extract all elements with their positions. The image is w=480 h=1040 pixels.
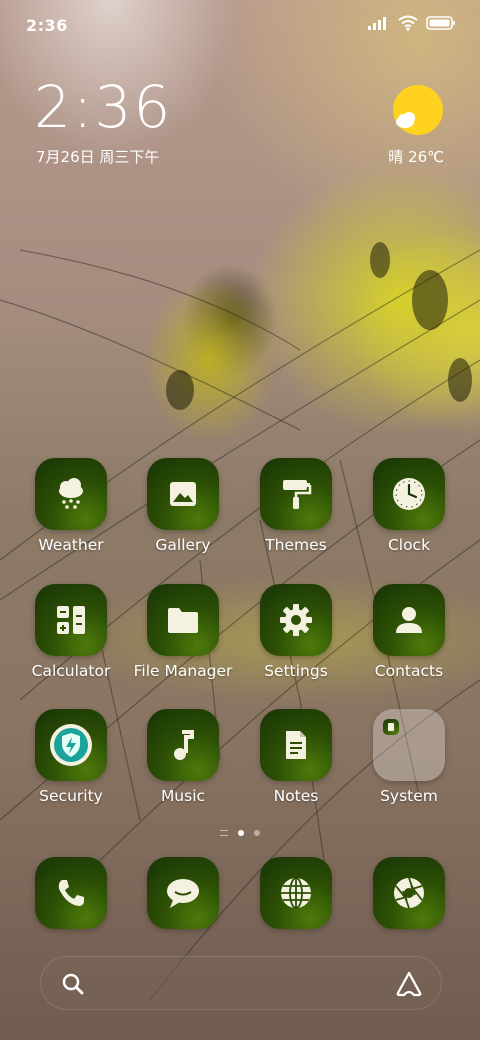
- app-file-manager[interactable]: File Manager: [127, 584, 239, 694]
- phone-icon: [58, 880, 84, 906]
- app-label: System: [380, 787, 438, 805]
- app-label: Security: [39, 787, 103, 805]
- folder-icon: [168, 608, 198, 633]
- page-indicator-menu[interactable]: [220, 830, 228, 836]
- status-icons: [368, 15, 456, 31]
- app-icon[interactable]: [35, 709, 107, 781]
- app-icon[interactable]: [35, 458, 107, 530]
- shield-bolt-icon: [50, 724, 92, 766]
- app-settings[interactable]: Settings: [240, 584, 352, 694]
- app-security[interactable]: Security: [15, 709, 127, 819]
- person-icon: [396, 607, 422, 633]
- app-icon[interactable]: [260, 458, 332, 530]
- app-label: Weather: [38, 536, 104, 554]
- app-icon[interactable]: [35, 584, 107, 656]
- gear-icon: [280, 604, 312, 636]
- battery-icon: [426, 16, 455, 30]
- clock-widget-date: 7月26日 周三下午: [36, 148, 160, 166]
- paint-roller-icon: [283, 480, 312, 509]
- clock-widget-time[interactable]: 2:36: [34, 78, 172, 136]
- app-icon[interactable]: [373, 584, 445, 656]
- app-icon[interactable]: [260, 584, 332, 656]
- camera-aperture-icon: [394, 877, 424, 909]
- wifi-icon: [398, 15, 418, 31]
- dock-camera[interactable]: [353, 857, 465, 967]
- app-music[interactable]: Music: [127, 709, 239, 819]
- calculator-icon: [57, 606, 85, 634]
- app-label: Calculator: [31, 662, 111, 680]
- app-label: Notes: [273, 787, 319, 805]
- note-document-icon: [286, 731, 306, 759]
- globe-icon: [281, 877, 311, 909]
- page-dot[interactable]: [254, 830, 260, 836]
- status-time: 2:36: [26, 16, 68, 35]
- folder-preview[interactable]: [373, 709, 445, 781]
- sunny-cloud-icon[interactable]: [392, 84, 444, 136]
- app-icon[interactable]: [260, 857, 332, 929]
- app-label: File Manager: [133, 662, 233, 680]
- app-icon[interactable]: [373, 458, 445, 530]
- app-label: Contacts: [374, 662, 444, 680]
- mini-app-icon: [388, 723, 394, 731]
- message-bubble-icon: [167, 879, 199, 908]
- app-label: Settings: [264, 662, 328, 680]
- app-icon[interactable]: [147, 709, 219, 781]
- app-themes[interactable]: Themes: [240, 458, 352, 568]
- weather-snow-cloud-icon: [59, 478, 83, 509]
- app-label: Music: [160, 787, 206, 805]
- music-note-icon: [174, 730, 194, 760]
- dock-phone[interactable]: [15, 857, 127, 967]
- clock-icon: [393, 478, 425, 510]
- gallery-image-icon: [170, 482, 196, 506]
- home-search-bar[interactable]: [40, 956, 442, 1010]
- app-notes[interactable]: Notes: [240, 709, 352, 819]
- assistant-icon[interactable]: [395, 970, 423, 998]
- app-clock[interactable]: Clock: [353, 458, 465, 568]
- folder-mini-app-icon: [383, 719, 399, 735]
- dock-browser[interactable]: [240, 857, 352, 967]
- app-icon[interactable]: [147, 857, 219, 929]
- status-bar: 2:36: [0, 0, 480, 52]
- page-indicator[interactable]: [0, 830, 480, 836]
- signal-icon: [368, 17, 386, 30]
- app-folder-system[interactable]: System: [353, 709, 465, 819]
- dock-messages[interactable]: [127, 857, 239, 967]
- app-weather[interactable]: Weather: [15, 458, 127, 568]
- weather-widget-text: 晴 26℃: [388, 148, 444, 166]
- app-icon[interactable]: [373, 857, 445, 929]
- app-icon[interactable]: [147, 458, 219, 530]
- page-dot-active[interactable]: [238, 830, 244, 836]
- app-calculator[interactable]: Calculator: [15, 584, 127, 694]
- app-gallery[interactable]: Gallery: [127, 458, 239, 568]
- search-icon[interactable]: [61, 972, 85, 996]
- app-icon[interactable]: [147, 584, 219, 656]
- app-label: Clock: [387, 536, 431, 554]
- app-icon[interactable]: [35, 857, 107, 929]
- app-label: Gallery: [155, 536, 211, 554]
- app-label: Themes: [265, 536, 327, 554]
- app-icon[interactable]: [260, 709, 332, 781]
- app-contacts[interactable]: Contacts: [353, 584, 465, 694]
